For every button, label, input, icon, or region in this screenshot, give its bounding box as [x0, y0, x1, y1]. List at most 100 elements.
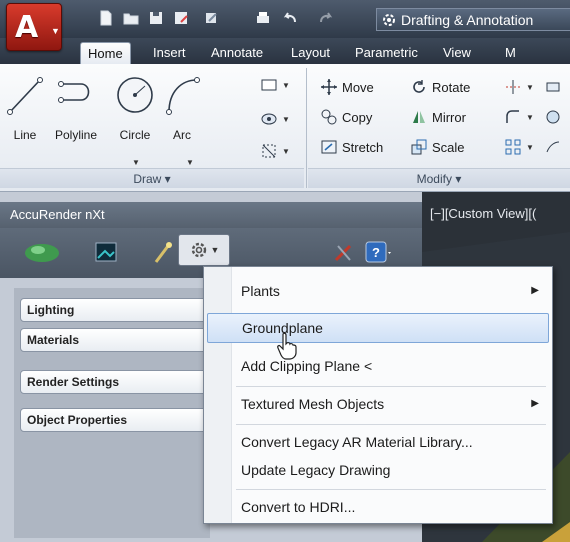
- settings-tools-icon[interactable]: [332, 238, 354, 266]
- copy-button[interactable]: Copy: [320, 106, 372, 128]
- new-file-icon[interactable]: [96, 8, 116, 28]
- open-folder-icon[interactable]: [120, 8, 142, 28]
- hand-cursor-icon: [277, 332, 297, 360]
- hatch-dropdown-icon[interactable]: ▼: [282, 115, 290, 124]
- rotate-button[interactable]: Rotate: [410, 76, 470, 98]
- arc-label: Arc: [173, 128, 191, 142]
- mirror-icon: [413, 111, 425, 123]
- workspace-switcher[interactable]: Drafting & Annotation: [376, 8, 570, 31]
- menu-separator: [236, 424, 546, 425]
- menu-item-add-clipping-plane[interactable]: Add Clipping Plane <: [207, 351, 549, 381]
- move-icon: [321, 79, 337, 95]
- menu-separator: [236, 386, 546, 387]
- undo-icon[interactable]: [280, 8, 300, 28]
- line-tool-icon: [7, 77, 43, 115]
- save-as-icon[interactable]: [170, 8, 192, 28]
- tab-insert[interactable]: Insert: [146, 42, 193, 64]
- tab-home[interactable]: Home: [80, 42, 131, 64]
- tab-more[interactable]: M: [498, 42, 523, 64]
- tools-context-menu: Plants ▶ Groundplane Add Clipping Plane …: [203, 266, 553, 524]
- fillet-dropdown-icon[interactable]: ▼: [526, 113, 534, 122]
- plot-icon[interactable]: [252, 8, 274, 28]
- tab-render-settings[interactable]: Render Settings: [20, 370, 208, 394]
- arc-button[interactable]: Arc ▼: [160, 74, 204, 167]
- trim-icon[interactable]: [504, 78, 522, 96]
- rectangle-dropdown-icon[interactable]: ▼: [282, 81, 290, 90]
- chevron-down-icon: ▼: [210, 245, 220, 255]
- arc-tool-icon: [166, 77, 200, 115]
- help-icon[interactable]: ?: [364, 238, 394, 266]
- svg-text:?: ?: [372, 245, 380, 260]
- erase-icon[interactable]: [544, 78, 562, 96]
- circle-label: Circle: [119, 128, 151, 142]
- plot-preview-icon[interactable]: [198, 8, 226, 28]
- copy-icon: [321, 109, 337, 125]
- gear-icon: [191, 242, 206, 258]
- region-icon[interactable]: [260, 142, 278, 160]
- modify-panel-title[interactable]: Modify ▾: [308, 168, 570, 188]
- ribbon-panel-area: Line Polyline Circle ▼ Arc ▼ ▼ ▼ ▼ Draw …: [0, 64, 570, 192]
- circle-button[interactable]: Circle ▼: [112, 74, 158, 167]
- array-dropdown-icon[interactable]: ▼: [526, 143, 534, 152]
- fillet-icon[interactable]: [504, 108, 522, 126]
- menu-item-label: Textured Mesh Objects: [241, 396, 385, 412]
- submenu-arrow-icon: ▶: [531, 398, 539, 409]
- menu-item-groundplane[interactable]: Groundplane: [207, 313, 549, 343]
- save-icon[interactable]: [146, 8, 166, 28]
- arc-dropdown-icon[interactable]: ▼: [186, 158, 194, 167]
- scale-button[interactable]: Scale: [410, 136, 465, 158]
- stretch-button[interactable]: Stretch: [320, 136, 383, 158]
- tools-menu-button[interactable]: ▼: [178, 234, 230, 266]
- submenu-arrow-icon: ▶: [531, 285, 539, 296]
- explode-icon[interactable]: [544, 108, 562, 126]
- stretch-icon: [321, 140, 337, 154]
- menu-item-plants[interactable]: Plants ▶: [207, 276, 549, 306]
- array-icon[interactable]: [504, 138, 522, 156]
- scale-icon: [411, 139, 427, 155]
- menu-item-convert-legacy-material-library[interactable]: Convert Legacy AR Material Library...: [207, 427, 549, 457]
- menu-item-update-legacy-drawing[interactable]: Update Legacy Drawing: [207, 455, 549, 485]
- tab-materials[interactable]: Materials: [20, 328, 208, 352]
- circle-dropdown-icon[interactable]: ▼: [132, 158, 140, 167]
- wand-icon[interactable]: [152, 238, 174, 266]
- offset-icon[interactable]: [544, 138, 562, 156]
- menu-item-textured-mesh-objects[interactable]: Textured Mesh Objects ▶: [207, 389, 549, 419]
- move-label: Move: [342, 79, 374, 95]
- rotate-label: Rotate: [432, 79, 471, 95]
- tab-layout[interactable]: Layout: [284, 42, 337, 64]
- mirror-label: Mirror: [432, 109, 466, 125]
- rotate-icon: [413, 80, 425, 93]
- polyline-button[interactable]: Polyline: [48, 74, 104, 142]
- workspace-label: Drafting & Annotation: [401, 11, 534, 28]
- ribbon-tab-bar: Home Insert Annotate Layout Parametric V…: [0, 38, 570, 64]
- workspace-gear-icon: [383, 13, 395, 26]
- menu-item-convert-to-hdri[interactable]: Convert to HDRI...: [207, 492, 549, 522]
- polyline-tool-icon: [58, 81, 90, 103]
- region-dropdown-icon[interactable]: ▼: [282, 147, 290, 156]
- stretch-label: Stretch: [342, 139, 384, 155]
- trim-dropdown-icon[interactable]: ▼: [526, 83, 534, 92]
- rectangle-icon[interactable]: [260, 76, 278, 94]
- tab-view[interactable]: View: [436, 42, 478, 64]
- menu-item-label: Convert Legacy AR Material Library...: [241, 434, 473, 450]
- tab-lighting[interactable]: Lighting: [20, 298, 208, 322]
- menu-item-label: Add Clipping Plane <: [241, 358, 373, 374]
- line-button[interactable]: Line: [4, 74, 46, 142]
- line-label: Line: [13, 128, 37, 142]
- application-menu-button[interactable]: A ▼: [6, 3, 62, 51]
- chevron-down-icon: ▼: [51, 26, 60, 36]
- menu-item-label: Plants: [241, 283, 280, 299]
- move-button[interactable]: Move: [320, 76, 374, 98]
- autocad-logo-icon: A: [15, 10, 39, 45]
- mirror-button[interactable]: Mirror: [410, 106, 466, 128]
- hatch-icon[interactable]: [260, 110, 278, 128]
- scale-label: Scale: [432, 139, 465, 155]
- tab-annotate[interactable]: Annotate: [204, 42, 270, 64]
- environment-icon[interactable]: [94, 238, 118, 266]
- title-bar: Drafting & Annotation: [0, 0, 570, 38]
- draw-panel-title[interactable]: Draw ▾: [0, 168, 304, 188]
- render-icon[interactable]: [22, 238, 62, 266]
- tab-parametric[interactable]: Parametric: [348, 42, 425, 64]
- redo-icon[interactable]: [316, 8, 336, 28]
- tab-object-properties[interactable]: Object Properties: [20, 408, 208, 432]
